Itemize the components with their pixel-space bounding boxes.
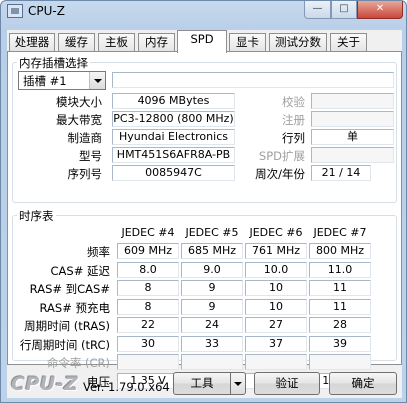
timings-group: 时序表 JEDEC #4 JEDEC #5 JEDEC #6 JEDEC #7 …: [12, 208, 397, 389]
timing-row-label: RAS# 到CAS#: [29, 282, 110, 296]
column-header-jedec7: JEDEC #7: [313, 226, 367, 239]
tab-strip: 处理器 缓存 主板 内存 SPD 显卡 测试分数 关于: [7, 30, 402, 53]
timing-cell: [245, 354, 307, 370]
timing-cell: 28: [309, 317, 371, 333]
timing-cell: 11.0: [309, 262, 371, 278]
tab-cpu[interactable]: 处理器: [9, 33, 55, 52]
maximize-button[interactable]: □: [331, 1, 357, 19]
timing-cell: 24: [181, 317, 243, 333]
column-header-jedec6: JEDEC #6: [249, 226, 303, 239]
week-year-field: 21 / 14: [311, 165, 371, 181]
timing-row-label: CAS# 延迟: [50, 264, 111, 278]
max-bandwidth-label: 最大带宽: [56, 113, 102, 127]
footer-bar: CPU-Z Ver. 1.79.0.x64 工具 验证 确定: [7, 370, 402, 398]
part-number-field: HMT451S6AFR8A-PB: [112, 147, 235, 163]
timing-cell: 761 MHz: [245, 243, 307, 259]
module-size-field: 4096 MBytes: [112, 93, 235, 109]
timing-cell: 30: [117, 336, 179, 352]
memory-type-field: [112, 72, 394, 88]
serial-number-label: 序列号: [67, 167, 103, 181]
version-label: Ver. 1.79.0.x64: [83, 380, 170, 394]
timing-cell: 685 MHz: [181, 243, 243, 259]
timing-cell: [117, 354, 179, 370]
slot-select-value: 插槽 #1: [23, 74, 67, 88]
timing-cell: 10: [245, 299, 307, 315]
client-area: 处理器 缓存 主板 内存 SPD 显卡 测试分数 关于 内存插槽选择 插槽 #1…: [7, 30, 402, 398]
slot-select[interactable]: 插槽 #1: [18, 71, 106, 90]
slot-selection-group: 内存插槽选择 插槽 #1 模块大小 4096 MBytes 校验 最大带宽 PC…: [12, 55, 397, 203]
manufacturer-field: Hyundai Electronics: [112, 129, 235, 145]
timing-row-label: 命令率 (CR): [46, 356, 110, 370]
tab-bench[interactable]: 测试分数: [269, 33, 327, 52]
timing-cell: [309, 354, 371, 370]
spd-panel: 内存插槽选择 插槽 #1 模块大小 4096 MBytes 校验 最大带宽 PC…: [7, 51, 402, 389]
manufacturer-label: 制造商: [67, 131, 103, 145]
tab-graphics[interactable]: 显卡: [229, 33, 266, 52]
timing-cell: 10.0: [245, 262, 307, 278]
timing-row-label: 频率: [87, 245, 110, 259]
ranks-label: 行列: [282, 131, 305, 145]
timing-cell: 8: [117, 299, 179, 315]
part-number-label: 型号: [79, 149, 102, 163]
cpuz-logo: CPU-Z: [11, 373, 79, 395]
timing-cell: 8.0: [117, 262, 179, 278]
timing-cell: 33: [181, 336, 243, 352]
ecc-field: [311, 93, 394, 109]
tools-dropdown-arrow-icon[interactable]: [230, 372, 246, 395]
timing-cell: 37: [245, 336, 307, 352]
week-year-label: 周次/年份: [255, 167, 305, 181]
tab-caches[interactable]: 缓存: [58, 33, 95, 52]
close-button[interactable]: ✕: [357, 1, 403, 19]
column-header-jedec4: JEDEC #4: [121, 226, 175, 239]
serial-number-field: 0085947C: [112, 165, 235, 181]
slot-selection-title: 内存插槽选择: [17, 55, 90, 71]
timing-row-label: RAS# 预充电: [39, 301, 110, 315]
column-header-jedec5: JEDEC #5: [185, 226, 239, 239]
cpuz-window: CPU-Z — □ ✕ 处理器 缓存 主板 内存 SPD 显卡 测试分数 关于 …: [0, 0, 407, 403]
timing-cell: [181, 354, 243, 370]
timing-cell: 800 MHz: [309, 243, 371, 259]
module-size-label: 模块大小: [56, 95, 102, 109]
window-title: CPU-Z: [28, 4, 65, 18]
tab-memory[interactable]: 内存: [138, 33, 175, 52]
chevron-down-icon[interactable]: [89, 72, 105, 89]
minimize-button[interactable]: —: [304, 1, 331, 19]
timing-cell: 39: [309, 336, 371, 352]
timing-row-label: 周期时间 (tRAS): [24, 319, 110, 333]
spd-ext-field: [311, 147, 394, 163]
timing-cell: 11: [309, 299, 371, 315]
timing-cell: 9.0: [181, 262, 243, 278]
tools-button[interactable]: 工具: [173, 372, 231, 395]
timing-row-label: 行周期时间 (tRC): [19, 338, 110, 352]
validate-button[interactable]: 验证: [254, 372, 320, 395]
registered-field: [311, 111, 394, 127]
spd-ext-label: SPD扩展: [258, 149, 305, 163]
timing-cell: 9: [181, 280, 243, 296]
timing-cell: 10: [245, 280, 307, 296]
registered-label: 注册: [282, 113, 305, 127]
max-bandwidth-field: PC3-12800 (800 MHz): [112, 111, 235, 127]
tab-spd[interactable]: SPD: [177, 30, 227, 53]
ecc-label: 校验: [282, 95, 305, 109]
tab-about[interactable]: 关于: [330, 33, 367, 52]
cpuz-app-icon: [7, 4, 23, 18]
timing-cell: 8: [117, 280, 179, 296]
title-bar[interactable]: CPU-Z — □ ✕: [1, 1, 406, 23]
timing-cell: 22: [117, 317, 179, 333]
timing-cell: 9: [181, 299, 243, 315]
timing-cell: 609 MHz: [117, 243, 179, 259]
ranks-field: 单: [311, 129, 394, 145]
timings-title: 时序表: [17, 208, 56, 224]
timing-cell: 27: [245, 317, 307, 333]
ok-button[interactable]: 确定: [329, 372, 397, 395]
tab-mainboard[interactable]: 主板: [98, 33, 135, 52]
timing-cell: 11: [309, 280, 371, 296]
